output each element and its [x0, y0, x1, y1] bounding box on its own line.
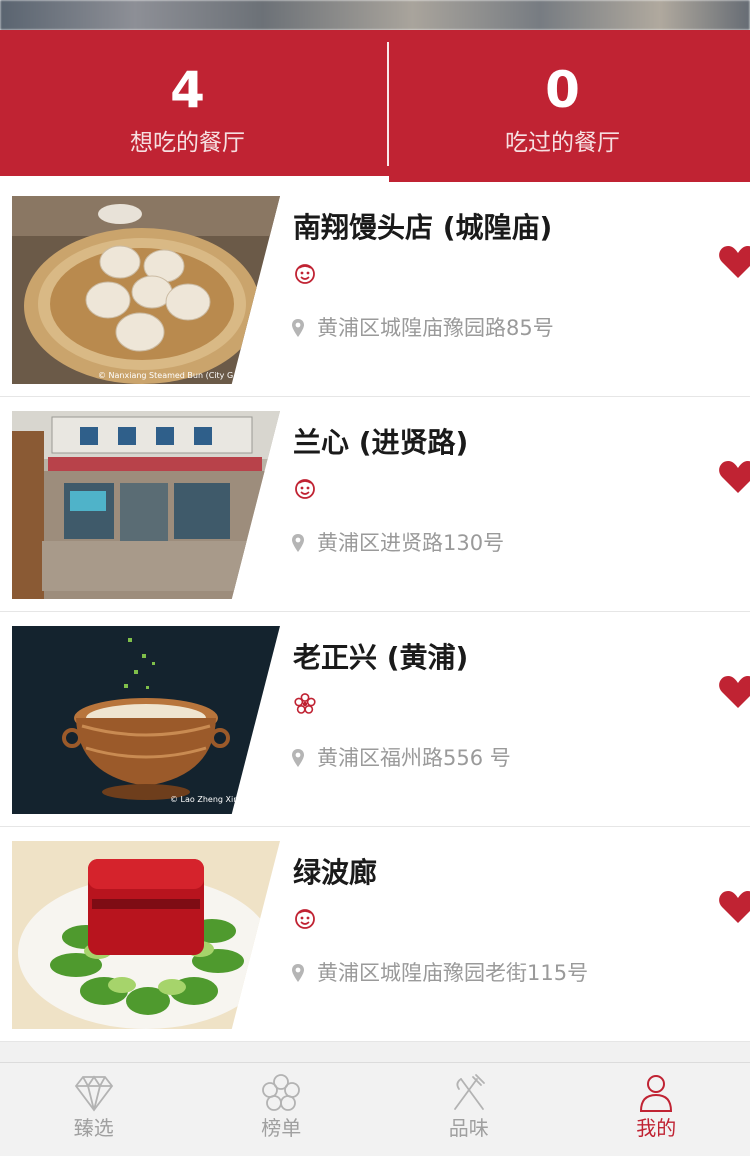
bottom-tab-bar: 臻选 榜单 品味 我的 [0, 1062, 750, 1156]
location-pin-icon [292, 749, 304, 767]
favorite-heart-icon[interactable] [718, 244, 750, 280]
address-text: 黄浦区城隍庙豫园老街115号 [317, 961, 589, 985]
michelin-star-icon [294, 693, 316, 714]
bib-gourmand-icon [295, 264, 315, 284]
restaurant-photo [12, 411, 280, 599]
clover-icon [262, 1074, 301, 1111]
restaurant-card[interactable]: © Nanxiang Steamed Bun (City G 南翔馒头店 (城隍… [0, 182, 750, 397]
favorite-heart-icon[interactable] [718, 674, 750, 710]
restaurant-card[interactable]: 绿波廊 黄浦区城隍庙豫园老街115号 [0, 827, 750, 1042]
want-label: 想吃的餐厅 [130, 130, 245, 156]
restaurant-list: © Nanxiang Steamed Bun (City G 南翔馒头店 (城隍… [0, 182, 750, 1042]
restaurant-name: 老正兴 (黄浦) [293, 641, 469, 674]
photo-credit: © Lao Zheng Xin [170, 795, 238, 804]
tab-visited[interactable]: 0 吃过的餐厅 [375, 30, 750, 182]
storefront-photo [12, 411, 280, 599]
want-count: 4 [170, 61, 205, 119]
tab-label: 我的 [636, 1116, 677, 1140]
header-divider [387, 42, 389, 166]
bib-gourmand-icon [295, 479, 315, 499]
clay-pot-soup-photo: © Lao Zheng Xin [12, 626, 280, 814]
favorite-heart-icon[interactable] [718, 459, 750, 495]
restaurant-name: 南翔馒头店 (城隍庙) [293, 211, 553, 244]
photo-credit: © Nanxiang Steamed Bun (City G [98, 371, 233, 380]
address-text: 黄浦区城隍庙豫园路85号 [317, 316, 554, 340]
location-pin-icon [292, 319, 304, 337]
tab-want-to-eat[interactable]: 4 想吃的餐厅 [0, 30, 375, 182]
tab-taste[interactable]: 品味 [375, 1063, 563, 1156]
restaurant-address: 黄浦区福州路556 号 [291, 745, 511, 771]
restaurant-address: 黄浦区进贤路130号 [291, 530, 504, 556]
status-bar [0, 0, 750, 30]
list-end-spacer [0, 1042, 750, 1062]
steamed-buns-photo: © Nanxiang Steamed Bun (City G [12, 196, 280, 384]
restaurant-card[interactable]: © Lao Zheng Xin 老正兴 (黄浦) 黄浦区福州路556 号 [0, 612, 750, 827]
address-text: 黄浦区福州路556 号 [317, 746, 511, 770]
restaurant-photo [12, 841, 280, 1029]
restaurant-card[interactable]: 兰心 (进贤路) 黄浦区进贤路130号 [0, 397, 750, 612]
restaurant-photo: © Lao Zheng Xin [12, 626, 280, 814]
restaurant-name: 兰心 (进贤路) [293, 426, 469, 459]
diamond-icon [74, 1075, 113, 1112]
restaurant-name: 绿波廊 [293, 856, 378, 889]
tab-label: 臻选 [73, 1116, 114, 1140]
tab-label: 榜单 [261, 1116, 302, 1140]
person-icon [640, 1075, 673, 1112]
fork-knife-icon [453, 1074, 485, 1110]
visited-label: 吃过的餐厅 [505, 130, 620, 156]
address-text: 黄浦区进贤路130号 [317, 531, 505, 555]
tab-featured[interactable]: 臻选 [0, 1063, 188, 1156]
restaurant-address: 黄浦区城隍庙豫园老街115号 [291, 960, 588, 986]
bib-gourmand-icon [295, 909, 315, 929]
braised-pork-photo [12, 841, 280, 1029]
restaurant-address: 黄浦区城隍庙豫园路85号 [291, 315, 554, 341]
tab-label: 品味 [448, 1116, 489, 1140]
tab-rankings[interactable]: 榜单 [188, 1063, 376, 1156]
restaurant-photo: © Nanxiang Steamed Bun (City G [12, 196, 280, 384]
location-pin-icon [292, 534, 304, 552]
favorite-heart-icon[interactable] [718, 889, 750, 925]
location-pin-icon [292, 964, 304, 982]
visited-count: 0 [545, 61, 580, 119]
stats-header: 4 想吃的餐厅 0 吃过的餐厅 [0, 30, 750, 182]
tab-me[interactable]: 我的 [563, 1063, 750, 1156]
